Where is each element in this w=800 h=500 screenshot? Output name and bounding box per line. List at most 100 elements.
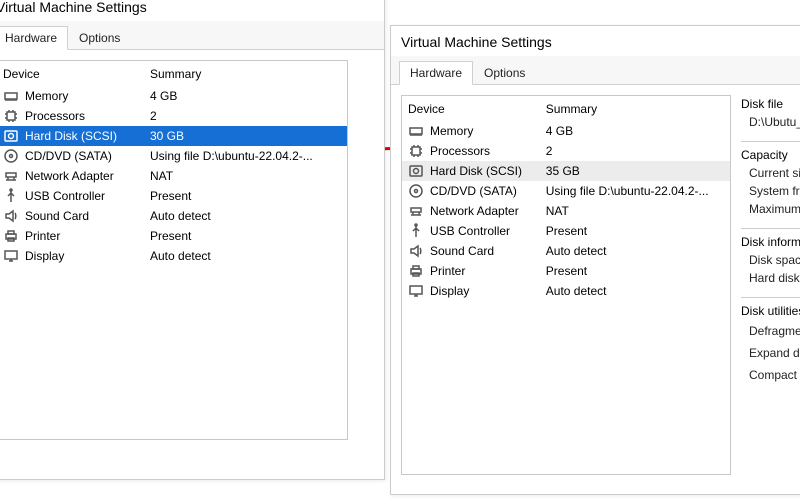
row-sound-card[interactable]: Sound Card Auto detect: [0, 206, 347, 226]
printer-icon: [408, 263, 424, 279]
window-title: Virtual Machine Settings: [391, 26, 800, 56]
defragment-button[interactable]: Defragment files: [741, 320, 800, 342]
row-hard-disk[interactable]: Hard Disk (SCSI) 35 GB: [402, 161, 730, 181]
column-device: Device: [402, 96, 540, 121]
vm-settings-window-before: Virtual Machine Settings Hardware Option…: [0, 0, 385, 480]
row-sound-card[interactable]: Sound Card Auto detect: [402, 241, 730, 261]
row-summary: Present: [540, 221, 730, 241]
tab-hardware[interactable]: Hardware: [399, 61, 473, 85]
row-summary: Using file D:\ubuntu-22.04.2-...: [540, 181, 730, 201]
row-memory[interactable]: Memory 4 GB: [402, 121, 730, 142]
row-label: Hard Disk (SCSI): [430, 164, 522, 178]
tab-options[interactable]: Options: [473, 61, 536, 85]
row-label: Display: [430, 284, 469, 298]
display-icon: [3, 248, 19, 264]
disk-utilities-title: Disk utilities: [741, 302, 800, 320]
row-summary: Auto detect: [144, 246, 347, 266]
row-summary: Auto detect: [540, 281, 730, 301]
disk-info-line-1: Disk space is not: [741, 251, 800, 269]
compact-button[interactable]: Compact disk to v: [741, 364, 800, 386]
row-summary: Present: [540, 261, 730, 281]
row-summary: 2: [144, 106, 347, 126]
hard-disk-icon: [3, 128, 19, 144]
current-size: Current size: 5.3: [741, 164, 800, 182]
memory-icon: [408, 123, 424, 139]
row-memory[interactable]: Memory 4 GB: [0, 86, 347, 107]
usb-icon: [3, 188, 19, 204]
hard-disk-icon: [408, 163, 424, 179]
tabs: Hardware Options: [0, 21, 384, 50]
cpu-icon: [3, 108, 19, 124]
row-printer[interactable]: Printer Present: [402, 261, 730, 281]
row-label: Network Adapter: [25, 169, 114, 183]
usb-icon: [408, 223, 424, 239]
row-label: USB Controller: [430, 224, 510, 238]
disc-icon: [3, 148, 19, 164]
row-label: Printer: [430, 264, 465, 278]
row-label: Display: [25, 249, 64, 263]
disk-file-title: Disk file: [741, 95, 800, 113]
network-icon: [408, 203, 424, 219]
row-processors[interactable]: Processors 2: [402, 141, 730, 161]
tab-hardware[interactable]: Hardware: [0, 26, 68, 50]
disk-information-title: Disk information: [741, 233, 800, 251]
display-icon: [408, 283, 424, 299]
device-list-panel: Device Summary Memory 4 GB Processors 2 …: [401, 95, 731, 475]
row-label: Processors: [25, 109, 85, 123]
row-summary: 30 GB: [144, 126, 347, 146]
row-label: Memory: [25, 89, 68, 103]
network-icon: [3, 168, 19, 184]
row-label: Sound Card: [25, 209, 89, 223]
column-summary: Summary: [144, 61, 347, 86]
maximum-size: Maximum size: 3: [741, 200, 800, 218]
row-summary: NAT: [144, 166, 347, 186]
row-summary: Using file D:\ubuntu-22.04.2-...: [144, 146, 347, 166]
vm-settings-window-after: Virtual Machine Settings Hardware Option…: [390, 25, 800, 495]
disc-icon: [408, 183, 424, 199]
row-hard-disk[interactable]: Hard Disk (SCSI) 30 GB: [0, 126, 347, 146]
sound-icon: [408, 243, 424, 259]
tab-options[interactable]: Options: [68, 26, 131, 50]
sound-icon: [3, 208, 19, 224]
row-processors[interactable]: Processors 2: [0, 106, 347, 126]
row-label: Sound Card: [430, 244, 494, 258]
row-label: CD/DVD (SATA): [430, 184, 517, 198]
column-summary: Summary: [540, 96, 730, 121]
row-summary: 2: [540, 141, 730, 161]
row-label: Processors: [430, 144, 490, 158]
row-usb-controller[interactable]: USB Controller Present: [0, 186, 347, 206]
cpu-icon: [408, 143, 424, 159]
row-summary: NAT: [540, 201, 730, 221]
expand-button[interactable]: Expand disk capa: [741, 342, 800, 364]
row-label: Hard Disk (SCSI): [25, 129, 117, 143]
row-display[interactable]: Display Auto detect: [402, 281, 730, 301]
column-device: Device: [0, 61, 144, 86]
row-label: Printer: [25, 229, 60, 243]
row-summary: Present: [144, 226, 347, 246]
row-summary: 35 GB: [540, 161, 730, 181]
device-list-panel: Device Summary Memory 4 GB Processors 2 …: [0, 60, 348, 440]
row-network-adapter[interactable]: Network Adapter NAT: [0, 166, 347, 186]
row-label: USB Controller: [25, 189, 105, 203]
row-cd-dvd[interactable]: CD/DVD (SATA) Using file D:\ubuntu-22.04…: [402, 181, 730, 201]
row-label: Memory: [430, 124, 473, 138]
disk-details-pane: Disk file D:\Ubutu_KVM\b Capacity Curren…: [741, 95, 800, 475]
row-label: CD/DVD (SATA): [25, 149, 112, 163]
row-display[interactable]: Display Auto detect: [0, 246, 347, 266]
row-summary: Present: [144, 186, 347, 206]
memory-icon: [3, 88, 19, 104]
row-summary: Auto detect: [540, 241, 730, 261]
disk-file-value: D:\Ubutu_KVM\b: [741, 113, 800, 131]
disk-info-line-2: Hard disk content: [741, 269, 800, 287]
row-cd-dvd[interactable]: CD/DVD (SATA) Using file D:\ubuntu-22.04…: [0, 146, 347, 166]
tabs: Hardware Options: [391, 56, 800, 85]
row-summary: 4 GB: [540, 121, 730, 142]
row-usb-controller[interactable]: USB Controller Present: [402, 221, 730, 241]
row-network-adapter[interactable]: Network Adapter NAT: [402, 201, 730, 221]
row-printer[interactable]: Printer Present: [0, 226, 347, 246]
system-free: System free: 41.: [741, 182, 800, 200]
window-title: Virtual Machine Settings: [0, 0, 384, 21]
row-summary: Auto detect: [144, 206, 347, 226]
row-label: Network Adapter: [430, 204, 519, 218]
row-summary: 4 GB: [144, 86, 347, 107]
